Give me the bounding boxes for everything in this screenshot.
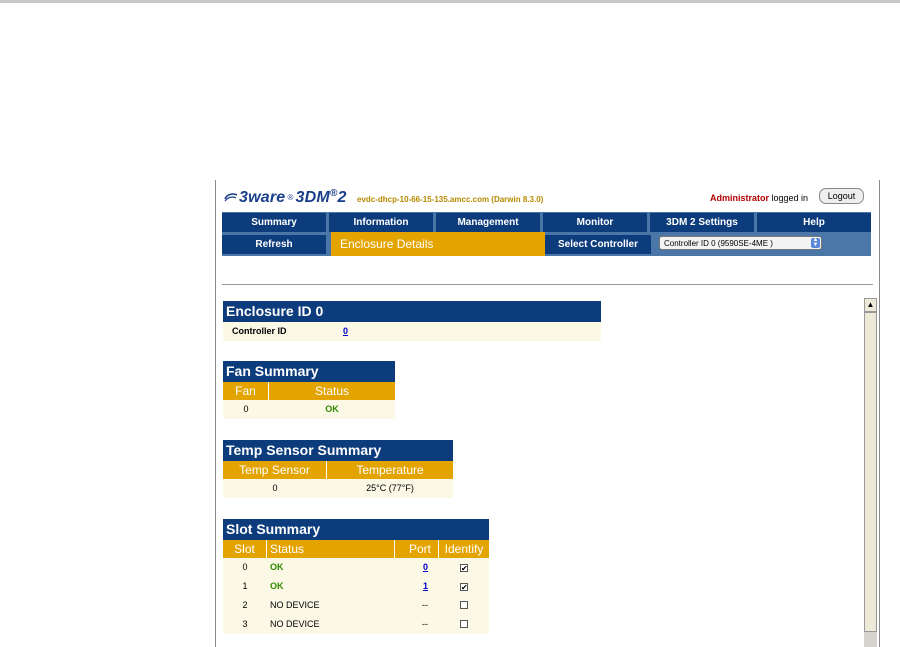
- controller-select[interactable]: Controller ID 0 (9590SE-4ME ) ▲ ▼: [659, 236, 822, 250]
- logo-version: 2: [337, 189, 347, 206]
- slot-status: OK: [270, 562, 284, 572]
- controller-select-value: Controller ID 0 (9590SE-4ME ): [664, 239, 773, 248]
- status-col-header: Status: [314, 384, 350, 398]
- port-value: --: [422, 600, 428, 610]
- browser-window: 3ware ® 3DM®2 evdc-dhcp-10-66-15-135.amcc.…: [215, 180, 880, 647]
- controller-id-label: Controller ID: [232, 326, 287, 336]
- page-title: Enclosure Details: [331, 232, 545, 256]
- select-arrows-icon: ▲ ▼: [811, 237, 820, 248]
- identify-checkbox[interactable]: ✔: [460, 583, 468, 592]
- table-row: 3 NO DEVICE --: [223, 615, 489, 634]
- refresh-button[interactable]: Refresh: [222, 235, 326, 254]
- identify-cell: ✔: [439, 577, 489, 596]
- table-row: 2 NO DEVICE --: [223, 596, 489, 615]
- identify-checkbox[interactable]: [460, 620, 468, 628]
- content-pane: Enclosure ID 0 Controller ID 0 Fan Summa…: [216, 288, 864, 647]
- login-status: Administrator logged in: [710, 193, 808, 203]
- nav-help[interactable]: Help: [757, 213, 871, 232]
- slot-summary-section: Slot Summary Slot Status Port Identify 0…: [223, 519, 489, 634]
- identify-cell: [439, 596, 489, 615]
- nav-monitor[interactable]: Monitor: [543, 213, 647, 232]
- identify-cell: [439, 615, 489, 634]
- select-controller-label: Select Controller: [545, 235, 651, 254]
- app-header: 3ware ® 3DM®2 evdc-dhcp-10-66-15-135.amcc.…: [216, 180, 879, 212]
- port-link[interactable]: 0: [395, 558, 439, 577]
- enclosure-section: Enclosure ID 0 Controller ID 0: [223, 301, 601, 341]
- port-col-header: Port: [395, 540, 439, 558]
- logo-swirl-icon: [224, 193, 238, 202]
- table-row: 1 OK 1 ✔: [223, 577, 489, 596]
- user-role: Administrator: [710, 193, 770, 203]
- slot-number: 3: [242, 619, 248, 629]
- logo-product: 3DM: [295, 189, 330, 206]
- enclosure-title: Enclosure ID 0: [223, 301, 601, 322]
- main-nav: Summary Information Management Monitor 3…: [222, 213, 871, 232]
- fan-col-header: Fan: [223, 382, 269, 400]
- top-divider: [0, 0, 900, 3]
- table-row: 0 OK 0 ✔: [223, 558, 489, 577]
- fan-summary-title: Fan Summary: [223, 361, 395, 382]
- scroll-up-icon[interactable]: ▲: [864, 298, 877, 312]
- temp-sensor-col-header: Temp Sensor: [223, 461, 327, 479]
- slot-status: NO DEVICE: [270, 600, 320, 610]
- scrollbar-thumb[interactable]: [864, 312, 877, 632]
- controller-id-link[interactable]: 0: [343, 322, 403, 341]
- temp-sensor-id: 0: [272, 483, 278, 493]
- table-row: 0 25°C (77°F): [223, 479, 453, 498]
- identify-cell: ✔: [439, 558, 489, 577]
- 3ware-logo: 3ware ® 3DM®2: [224, 188, 347, 207]
- identify-checkbox[interactable]: [460, 601, 468, 609]
- temp-sensor-section: Temp Sensor Summary Temp Sensor Temperat…: [223, 440, 453, 498]
- host-name: evdc-dhcp-10-66-15-135.amcc.com (Darwin …: [357, 195, 544, 204]
- slot-number: 0: [242, 562, 248, 572]
- slot-col-header: Slot: [223, 540, 267, 558]
- nav-3dm2-settings[interactable]: 3DM 2 Settings: [650, 213, 754, 232]
- port-value: --: [422, 619, 428, 629]
- slot-status: OK: [270, 581, 284, 591]
- logo-brand: 3ware: [239, 189, 286, 206]
- fan-status: OK: [325, 404, 339, 414]
- temperature-value: 25°C (77°F): [366, 483, 414, 493]
- nav-information[interactable]: Information: [329, 213, 433, 232]
- vertical-scrollbar[interactable]: ▲: [864, 298, 877, 647]
- slot-summary-header: Slot Status Port Identify: [223, 540, 489, 558]
- logout-button[interactable]: Logout: [819, 188, 864, 204]
- slot-status-col-header: Status: [267, 540, 395, 558]
- enclosure-row: Controller ID 0: [223, 322, 601, 341]
- temp-summary-header: Temp Sensor Temperature: [223, 461, 453, 479]
- slot-summary-title: Slot Summary: [223, 519, 489, 540]
- slot-status: NO DEVICE: [270, 619, 320, 629]
- port-link[interactable]: 1: [395, 577, 439, 596]
- header-divider: [222, 284, 873, 285]
- temperature-col-header: Temperature: [356, 463, 424, 477]
- fan-summary-section: Fan Summary Fan Status 0 OK: [223, 361, 395, 419]
- fan-id: 0: [243, 404, 249, 414]
- nav-management[interactable]: Management: [436, 213, 540, 232]
- slot-number: 2: [242, 600, 248, 610]
- nav-summary[interactable]: Summary: [222, 213, 326, 232]
- login-status-text: logged in: [771, 193, 809, 203]
- identify-checkbox[interactable]: ✔: [460, 564, 468, 573]
- slot-number: 1: [242, 581, 248, 591]
- identify-col-header: Identify: [444, 542, 484, 556]
- fan-summary-header: Fan Status: [223, 382, 395, 400]
- temp-summary-title: Temp Sensor Summary: [223, 440, 453, 461]
- table-row: 0 OK: [223, 400, 395, 419]
